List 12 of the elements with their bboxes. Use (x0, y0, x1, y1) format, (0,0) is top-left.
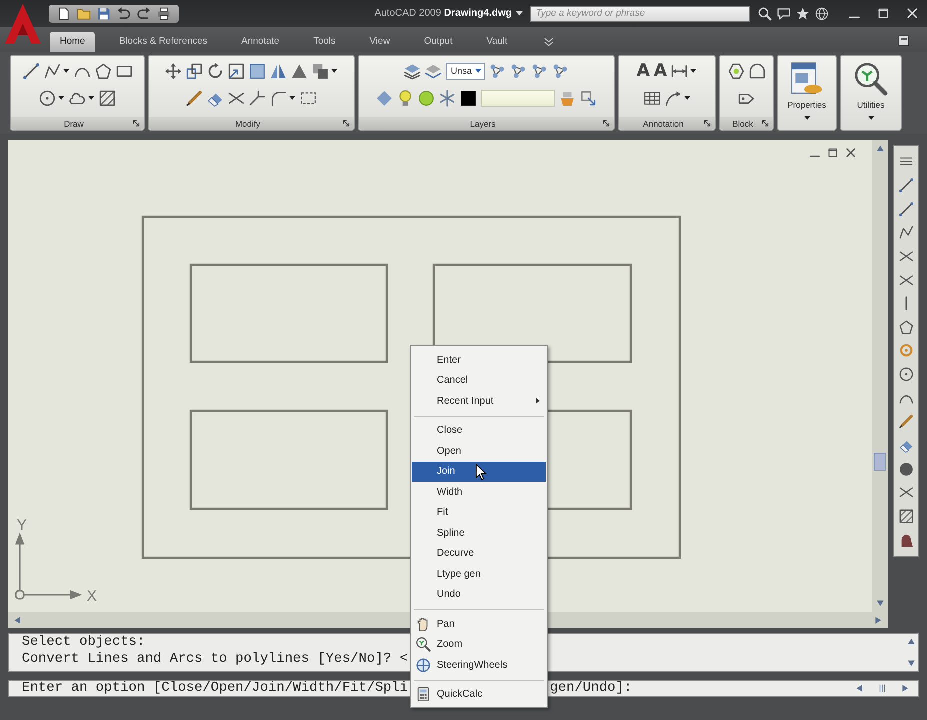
panel-title: Draw (63, 118, 85, 128)
panel-title: Annotation (642, 118, 685, 128)
panel-title: Block (732, 118, 754, 128)
command-prompt: gen/Undo]: (550, 681, 632, 696)
command-history-line: Convert Lines and Arcs to polylines [Yes/No]? < (22, 651, 408, 668)
axis-label: Y (17, 517, 28, 534)
command-history-line: Select objects: (22, 634, 146, 651)
panel-title: Modify (234, 118, 262, 128)
panel-title: Layers (469, 118, 497, 128)
axis-label: X (87, 588, 98, 605)
command-prompt: Enter an option [Close/Open/Join/Width/Fit/Spli (22, 681, 408, 696)
window-title: AutoCAD 2009 Drawing4.dwg (374, 8, 513, 19)
